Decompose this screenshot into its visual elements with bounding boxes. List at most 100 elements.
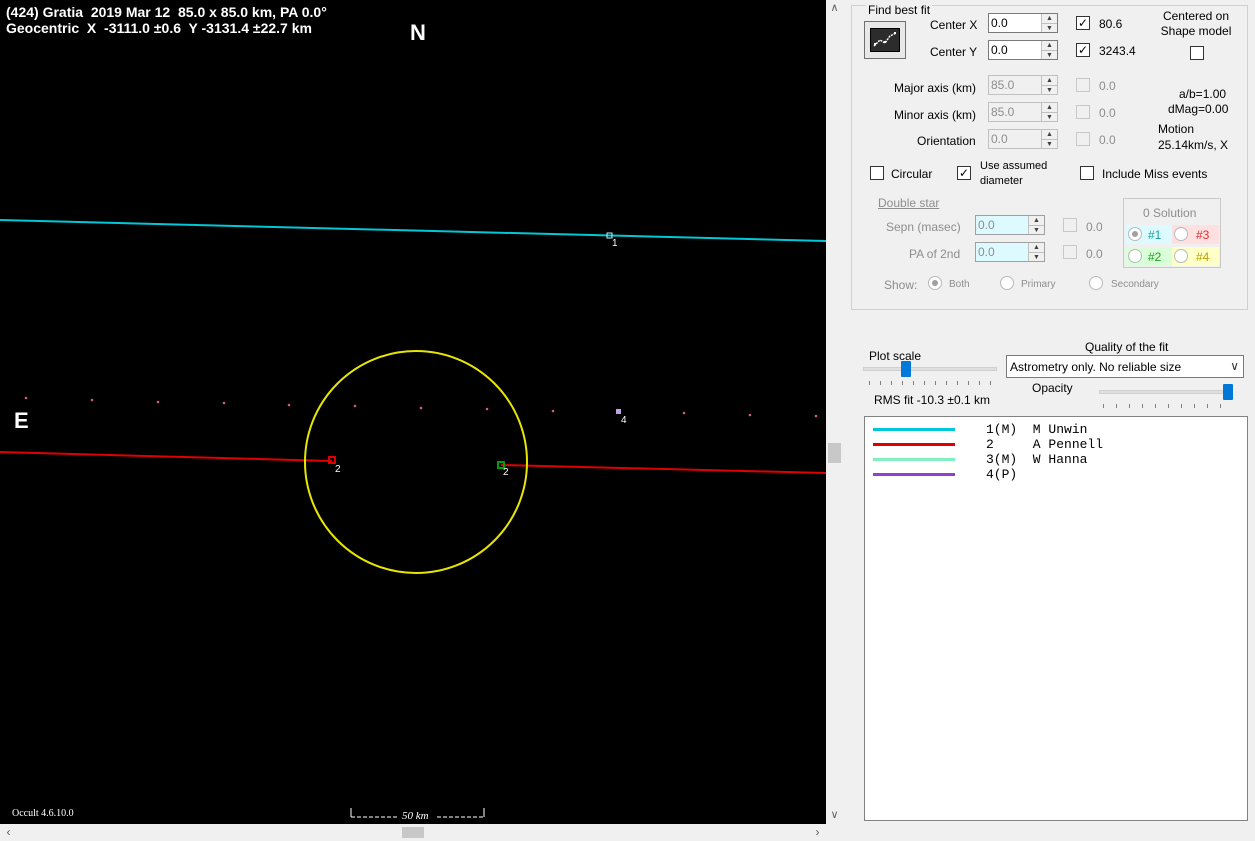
plot-title-line1: (424) Gratia 2019 Mar 12 85.0 x 85.0 km,… (6, 4, 327, 20)
centered-on-shape-checkbox[interactable] (1190, 46, 1204, 60)
solution-4-label: #4 (1196, 250, 1210, 264)
dmag-value: dMag=0.00 (1168, 102, 1229, 116)
group-title: Find best fit (866, 3, 933, 17)
legend-row: 3(M) W Hanna (865, 452, 1245, 467)
center-y-input[interactable]: 0.0 ▲ ▼ (988, 40, 1058, 60)
sepn-checkbox[interactable] (1063, 218, 1077, 232)
plot-title: (424) Gratia 2019 Mar 12 85.0 x 85.0 km,… (6, 4, 327, 36)
horizontal-scrollbar[interactable]: ‹ › (0, 824, 843, 841)
plot-canvas (0, 219, 826, 818)
major-axis-checkbox[interactable] (1076, 78, 1090, 92)
major-axis-spinner[interactable]: ▲ ▼ (1041, 76, 1057, 94)
opacity-slider[interactable] (1223, 384, 1233, 400)
legend-row: 1(M) M Unwin (865, 422, 1245, 437)
chord-4-dot (287, 403, 291, 407)
center-y-label: Center Y (930, 45, 978, 59)
sepn-spinner[interactable]: ▲ ▼ (1028, 216, 1044, 234)
chord-4-dot (814, 414, 818, 418)
show-both-radio[interactable] (928, 276, 942, 290)
chord-2-line-left (0, 451, 333, 462)
chord-4-dot (551, 409, 555, 413)
center-x-spinner[interactable]: ▲ ▼ (1041, 14, 1057, 32)
rms-fit: RMS fit -10.3 ±0.1 km (874, 393, 990, 407)
solution-2-radio[interactable] (1128, 249, 1142, 263)
observer-legend[interactable]: 1(M) M Unwin 2 A Pennell 3(M) W Hanna 4(… (864, 416, 1248, 821)
center-x-input[interactable]: 0.0 ▲ ▼ (988, 13, 1058, 33)
sepn-result: 0.0 (1086, 220, 1103, 234)
show-primary-radio[interactable] (1000, 276, 1014, 290)
plot-scale-ticks (869, 381, 993, 385)
vertical-scrollbar[interactable]: ∧ ∨ (826, 0, 843, 824)
scroll-down-icon[interactable]: ∨ (826, 807, 843, 824)
orientation-spinner[interactable]: ▲ ▼ (1041, 130, 1057, 148)
solution-4-option[interactable]: #4 (1172, 247, 1219, 266)
center-x-value: 0.0 (991, 16, 1008, 30)
pa2-checkbox[interactable] (1063, 245, 1077, 259)
motion-value: 25.14km/s, X (1158, 138, 1229, 152)
chord-4-dot (353, 404, 357, 408)
ab-ratio: a/b=1.00 (1179, 87, 1227, 101)
opacity-track[interactable] (1099, 390, 1233, 394)
chord-4-dot (485, 407, 489, 411)
legend-text: 1(M) M Unwin (986, 422, 1088, 437)
chord-4-dot (419, 406, 423, 410)
center-y-result: 3243.4 (1099, 44, 1136, 58)
plot-scale-slider[interactable] (901, 361, 911, 377)
minor-axis-input[interactable]: 85.0 ▲ ▼ (988, 102, 1058, 122)
find-best-fit-button[interactable] (864, 21, 906, 59)
minor-axis-checkbox[interactable] (1076, 105, 1090, 119)
chart-fit-icon (870, 28, 900, 52)
center-y-checkbox[interactable]: ✓ (1076, 43, 1090, 57)
show-secondary-radio[interactable] (1089, 276, 1103, 290)
legend-text: 4(P) (986, 467, 1018, 482)
occultation-plot[interactable]: (424) Gratia 2019 Mar 12 85.0 x 85.0 km,… (0, 0, 826, 824)
chord-1-line (0, 219, 826, 242)
pa2-input[interactable]: 0.0 ▲ ▼ (975, 242, 1045, 262)
chord-label-1: 1 (612, 238, 618, 249)
use-assumed-diameter-checkbox[interactable]: ✓ (957, 166, 971, 180)
solution-3-option[interactable]: #3 (1172, 225, 1219, 244)
quality-dropdown[interactable]: Astrometry only. No reliable size ∨ (1006, 355, 1244, 378)
horizontal-scroll-thumb[interactable] (402, 827, 424, 838)
orientation-label: Orientation (917, 134, 976, 148)
sepn-value: 0.0 (978, 218, 995, 232)
chord-4-dot (90, 398, 94, 402)
legend-swatch (873, 458, 955, 461)
plot-title-line2: Geocentric X -3111.0 ±0.6 Y -3131.4 ±22.… (6, 20, 312, 36)
orientation-checkbox[interactable] (1076, 132, 1090, 146)
legend-swatch (873, 473, 955, 476)
scroll-right-icon[interactable]: › (809, 824, 826, 841)
center-x-checkbox[interactable]: ✓ (1076, 16, 1090, 30)
use-assumed-diameter-label: Use assumed diameter (980, 160, 1048, 187)
minor-axis-spinner[interactable]: ▲ ▼ (1041, 103, 1057, 121)
centered-on-shape-label: Centered on Shape model (1160, 9, 1232, 38)
solution-2-option[interactable]: #2 (1126, 247, 1172, 266)
solution-3-radio[interactable] (1174, 227, 1188, 241)
chord-2-line-right (500, 464, 826, 474)
pa2-spinner[interactable]: ▲ ▼ (1028, 243, 1044, 261)
scroll-up-icon[interactable]: ∧ (826, 0, 843, 17)
minor-axis-label: Minor axis (km) (894, 108, 977, 122)
sepn-label: Sepn (masec) (886, 220, 961, 234)
center-y-spinner[interactable]: ▲ ▼ (1041, 41, 1057, 59)
legend-swatch (873, 428, 955, 431)
sepn-input[interactable]: 0.0 ▲ ▼ (975, 215, 1045, 235)
chord-4-dot (748, 413, 752, 417)
solution-4-radio[interactable] (1174, 249, 1188, 263)
vertical-scroll-thumb[interactable] (828, 443, 841, 463)
orientation-input[interactable]: 0.0 ▲ ▼ (988, 129, 1058, 149)
chord-label-2-right: 2 (503, 467, 509, 478)
show-label: Show: (884, 278, 918, 292)
legend-row: 4(P) (865, 467, 1245, 482)
plot-scale-track[interactable] (863, 367, 997, 371)
minor-axis-value: 85.0 (991, 105, 1015, 119)
legend-text: 3(M) W Hanna (986, 452, 1088, 467)
center-x-label: Center X (930, 18, 978, 32)
major-axis-input[interactable]: 85.0 ▲ ▼ (988, 75, 1058, 95)
solution-1-option[interactable]: #1 (1126, 225, 1172, 244)
include-miss-checkbox[interactable] (1080, 166, 1094, 180)
solution-1-radio[interactable] (1128, 227, 1142, 241)
scale-bar-label: 50 km (400, 810, 431, 822)
scroll-left-icon[interactable]: ‹ (0, 824, 17, 841)
circular-checkbox[interactable] (870, 166, 884, 180)
